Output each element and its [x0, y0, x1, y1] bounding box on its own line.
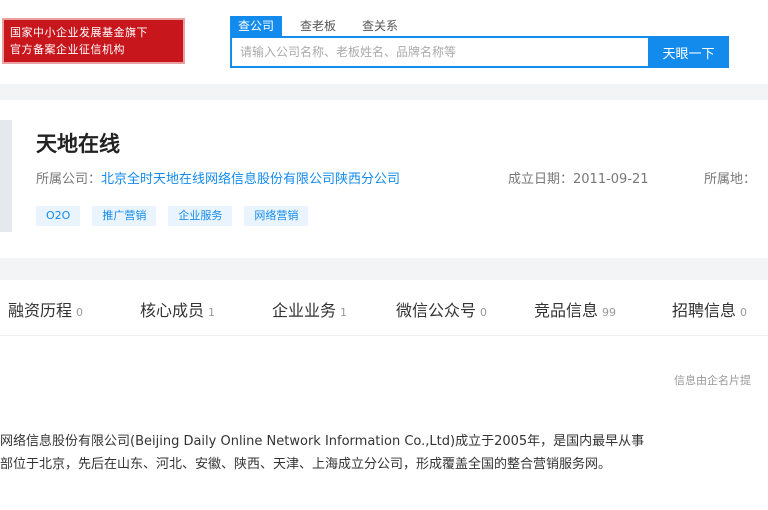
parent-company-link[interactable]: 北京全时天地在线网络信息股份有限公司陕西分公司	[101, 172, 400, 187]
tab-competitors[interactable]: 竞品信息 99	[534, 297, 616, 321]
tag[interactable]: 企业服务	[168, 206, 233, 226]
tab-recruitment-count: 0	[740, 306, 748, 319]
search-input[interactable]	[232, 38, 648, 66]
tab-business[interactable]: 企业业务 1	[272, 297, 347, 321]
parent-company: 所属公司：北京全时天地在线网络信息股份有限公司陕西分公司	[36, 168, 400, 187]
tab-financing-count: 0	[76, 306, 84, 319]
tag[interactable]: 推广营销	[92, 206, 157, 226]
tag[interactable]: 网络营销	[244, 206, 309, 226]
search-tabs: 查公司 查老板 查关系	[230, 16, 416, 36]
badge-line2: 官方备案企业征信机构	[10, 43, 125, 56]
tab-recruitment[interactable]: 招聘信息 0	[672, 297, 747, 321]
description-line: 网络信息股份有限公司(Beijing Daily Online Network …	[0, 434, 645, 449]
location-label: 所属地：	[704, 172, 757, 187]
info-tabs: 融资历程 0 核心成员 1 企业业务 1 微信公众号 0 竞品信息 99 招聘信息 0	[0, 280, 768, 336]
tab-core-members[interactable]: 核心成员 1	[140, 297, 215, 321]
tab-business-label: 企业业务	[272, 301, 337, 320]
tag[interactable]: O2O	[36, 206, 81, 226]
tab-search-relation[interactable]: 查关系	[354, 16, 406, 36]
search-box	[230, 36, 650, 68]
tab-financing[interactable]: 融资历程 0	[8, 297, 83, 321]
company-description: 网络信息股份有限公司(Beijing Daily Online Network …	[0, 430, 768, 476]
tab-competitors-count: 99	[602, 306, 617, 319]
tab-financing-label: 融资历程	[8, 301, 73, 320]
parent-company-label: 所属公司：	[36, 172, 102, 187]
founded-date: 成立日期：2011-09-21	[508, 168, 649, 187]
founded-date-label: 成立日期：	[508, 172, 574, 187]
tab-wechat-count: 0	[480, 306, 488, 319]
badge-line1: 国家中小企业发展基金旗下	[10, 26, 148, 39]
tab-core-members-count: 1	[208, 306, 216, 319]
tab-wechat-label: 微信公众号	[396, 301, 477, 320]
section-divider	[0, 258, 768, 280]
location: 所属地：	[704, 168, 756, 187]
tab-search-company[interactable]: 查公司	[230, 16, 283, 36]
official-badge[interactable]: 国家中小企业发展基金旗下 官方备案企业征信机构	[2, 18, 185, 64]
tab-competitors-label: 竞品信息	[534, 301, 599, 320]
section-divider	[0, 84, 768, 100]
company-logo	[0, 120, 12, 232]
search-button[interactable]: 天眼一下	[648, 36, 729, 68]
tab-core-members-label: 核心成员	[140, 301, 205, 320]
description-line: 部位于北京，先后在山东、河北、安徽、陕西、天津、上海成立分公司，形成覆盖全国的整…	[0, 457, 612, 472]
tab-recruitment-label: 招聘信息	[672, 301, 737, 320]
founded-date-value: 2011-09-21	[573, 172, 649, 187]
top-header: 国家中小企业发展基金旗下 官方备案企业征信机构 查公司 查老板 查关系 天眼一下	[0, 0, 768, 84]
tab-business-count: 1	[340, 306, 348, 319]
source-note: 信息由企名片提	[674, 374, 751, 387]
company-name: 天地在线	[36, 132, 120, 156]
company-tags: O2O 推广营销 企业服务 网络营销	[36, 206, 320, 226]
tab-wechat[interactable]: 微信公众号 0	[396, 297, 487, 321]
tab-search-boss[interactable]: 查老板	[292, 16, 344, 36]
